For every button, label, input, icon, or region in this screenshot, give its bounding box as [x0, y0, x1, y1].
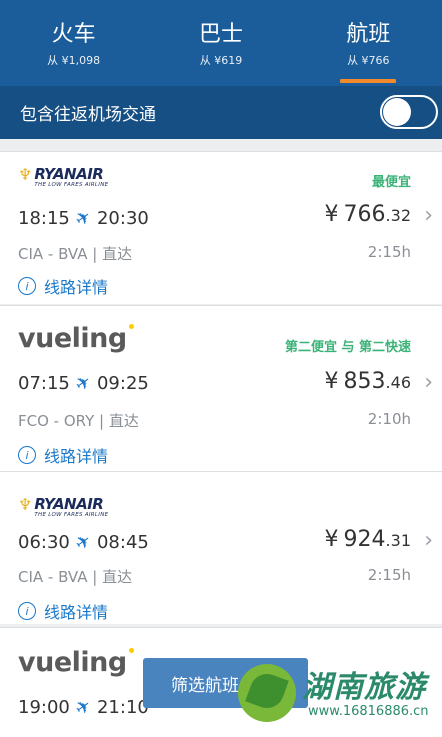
info-icon: i — [18, 602, 36, 620]
chevron-right-icon[interactable]: › — [424, 372, 433, 394]
plane-icon: ✈ — [71, 529, 96, 556]
info-icon: i — [18, 277, 36, 295]
tab-train-price: 从 ¥1,098 — [47, 54, 101, 67]
harp-icon: ♆ — [18, 165, 33, 184]
price-cents: .31 — [385, 531, 411, 550]
chevron-right-icon[interactable]: › — [424, 530, 433, 552]
route-details-link[interactable]: i 线路详情 — [18, 599, 108, 623]
flight-card[interactable]: ♆ RYANAIR THE LOW FARES AIRLINE 06:30 ✈ … — [0, 471, 442, 624]
price-currency: ¥ — [324, 527, 339, 552]
flight-route: CIA - BVA | 直达 — [18, 245, 133, 263]
tab-flight-price: 从 ¥766 — [347, 54, 390, 67]
depart-time: 06:30 — [18, 532, 70, 553]
vueling-dot-icon — [128, 324, 134, 329]
depart-time: 07:15 — [18, 373, 70, 394]
flight-duration: 2:15h — [367, 243, 411, 261]
tab-train[interactable]: 火车 从 ¥1,098 — [0, 0, 147, 86]
price-main: 853 — [343, 369, 386, 394]
toggle-knob — [383, 98, 411, 126]
harp-icon: ♆ — [18, 495, 33, 514]
airline-name: vueling — [18, 323, 134, 354]
price-cents: .32 — [385, 206, 411, 225]
price-main: 924 — [343, 527, 386, 552]
vueling-logo: vueling — [18, 323, 134, 354]
price-currency: ¥ — [324, 202, 339, 227]
price-currency: ¥ — [324, 369, 339, 394]
plane-icon: ✈ — [71, 694, 96, 721]
airport-transfer-toggle[interactable] — [380, 95, 438, 129]
flight-badge: 最便宜 — [371, 175, 411, 190]
route-details-label: 线路详情 — [44, 603, 109, 622]
flight-duration: 2:10h — [367, 410, 411, 428]
depart-time: 19:00 — [18, 697, 70, 718]
route-details-link[interactable]: i 线路详情 — [18, 443, 108, 467]
flight-duration: 2:15h — [367, 566, 411, 584]
arrive-time: 08:45 — [96, 532, 149, 553]
tab-bus-label: 巴士 — [198, 22, 243, 47]
flight-route: FCO - ORY | 直达 — [18, 412, 139, 430]
flight-card[interactable]: ♆ RYANAIR THE LOW FARES AIRLINE 最便宜 18:1… — [0, 151, 442, 304]
vueling-logo: vueling — [18, 647, 134, 678]
watermark-text: 湖南旅游 — [302, 670, 426, 705]
price-main: 766 — [343, 202, 386, 227]
airline-tagline: THE LOW FARES AIRLINE — [34, 512, 109, 518]
vueling-dot-icon — [128, 648, 134, 653]
plane-icon: ✈ — [71, 370, 96, 397]
ryanair-logo: ♆ RYANAIR THE LOW FARES AIRLINE — [18, 496, 108, 519]
airline-name: RYANAIR — [34, 495, 104, 513]
airline-name: vueling — [18, 647, 134, 678]
info-icon: i — [18, 446, 36, 464]
watermark: 湖南旅游 www.16816886.cn — [236, 660, 436, 726]
flight-times: 19:00 ✈ 21:10 — [18, 694, 149, 721]
arrive-time: 09:25 — [96, 373, 149, 394]
tab-bus-price: 从 ¥619 — [199, 54, 243, 67]
airport-transfer-row: 包含往返机场交通 — [0, 86, 442, 139]
route-details-label: 线路详情 — [44, 447, 109, 466]
flight-card[interactable]: vueling 第二便宜 与 第二快速 07:15 ✈ 09:25 ¥ 853.… — [0, 305, 442, 471]
flight-times: 07:15 ✈ 09:25 — [18, 370, 149, 397]
arrive-time: 20:30 — [96, 208, 149, 229]
airline-name: RYANAIR — [34, 165, 104, 183]
chevron-right-icon[interactable]: › — [424, 205, 433, 227]
tab-train-label: 火车 — [51, 22, 96, 47]
mode-tabs: 火车 从 ¥1,098 巴士 从 ¥619 航班 从 ¥766 — [0, 0, 442, 86]
airport-transfer-label: 包含往返机场交通 — [20, 105, 156, 125]
flight-price: ¥ 853.46 — [324, 369, 411, 394]
active-tab-indicator — [340, 79, 397, 83]
flight-times: 18:15 ✈ 20:30 — [18, 205, 149, 232]
plane-icon: ✈ — [71, 205, 96, 232]
tab-bus[interactable]: 巴士 从 ¥619 — [147, 0, 294, 86]
ryanair-logo: ♆ RYANAIR THE LOW FARES AIRLINE — [18, 166, 108, 189]
arrive-time: 21:10 — [96, 697, 149, 718]
flight-badge: 第二便宜 与 第二快速 — [284, 340, 411, 355]
flight-route: CIA - BVA | 直达 — [18, 568, 133, 586]
tab-flight-label: 航班 — [346, 22, 391, 47]
price-cents: .46 — [385, 373, 411, 392]
flight-price: ¥ 924.31 — [324, 527, 411, 552]
route-details-label: 线路详情 — [44, 278, 109, 297]
flight-times: 06:30 ✈ 08:45 — [18, 529, 149, 556]
airline-tagline: THE LOW FARES AIRLINE — [34, 182, 109, 188]
route-details-link[interactable]: i 线路详情 — [18, 274, 108, 298]
flight-price: ¥ 766.32 — [324, 202, 411, 227]
watermark-url: www.16816886.cn — [308, 704, 429, 719]
depart-time: 18:15 — [18, 208, 70, 229]
tab-flight[interactable]: 航班 从 ¥766 — [295, 0, 442, 86]
